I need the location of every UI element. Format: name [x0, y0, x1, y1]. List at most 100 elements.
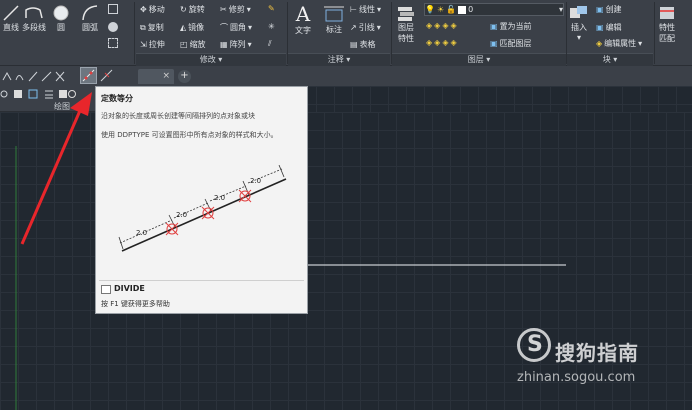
edit-pencil-tool[interactable]: ✎: [268, 4, 275, 13]
dimension-icon: [324, 6, 344, 22]
polyline-button[interactable]: 多段线: [22, 4, 46, 33]
circle-label: 圆: [57, 23, 65, 32]
scale-label: 缩放: [189, 40, 206, 49]
scale-icon: ◰: [180, 40, 188, 49]
stretch-label: 拉伸: [148, 40, 165, 49]
trim-icon: ✂: [220, 5, 227, 14]
trim-button[interactable]: ✂ 修剪 ▾: [220, 4, 251, 15]
copy-button[interactable]: ⧉ 复制: [140, 22, 164, 33]
layer-icons-row1[interactable]: ◈ ◈ ◈ ◈: [426, 21, 457, 30]
offset-icon: ⫽: [268, 39, 272, 48]
move-label: 移动: [148, 5, 165, 14]
chevron-down-icon[interactable]: ▾: [377, 5, 381, 14]
layer-properties-label1: 图层: [398, 23, 414, 32]
edit-block-icon: ▣: [596, 23, 604, 32]
rectangle-tool[interactable]: [108, 4, 118, 14]
chevron-down-icon[interactable]: ▾: [638, 39, 642, 48]
match-properties-button[interactable]: 特性 匹配: [657, 4, 677, 44]
modify-panel-label[interactable]: 修改 ▾: [136, 53, 286, 66]
polyline-icon: [25, 7, 43, 19]
match-layer-button[interactable]: ▣ 匹配图层: [490, 38, 532, 49]
rotate-label: 旋转: [188, 5, 205, 14]
edit-attributes-button[interactable]: ◈ 编辑属性 ▾: [596, 38, 642, 49]
layer-walk-icon: ◈: [426, 38, 433, 47]
layer-properties-button[interactable]: 图层 特性: [396, 4, 416, 44]
array-button[interactable]: ▦ 阵列 ▾: [220, 39, 252, 50]
draw-extra-icons: [2, 71, 65, 82]
arc-button[interactable]: 圆弧: [80, 4, 100, 33]
table-button[interactable]: ▤ 表格: [350, 39, 376, 50]
offset-tool[interactable]: ⫽: [268, 39, 272, 49]
mirror-button[interactable]: ◭ 镜像: [180, 22, 204, 33]
rotate-icon: ↻: [180, 5, 187, 14]
dim-label-3: 2.0: [214, 194, 225, 202]
dimension-button[interactable]: 标注: [323, 4, 345, 35]
document-tab-strip: [136, 66, 692, 86]
explode-tool[interactable]: ✳: [268, 22, 275, 31]
create-block-button[interactable]: ▣ 创建: [596, 4, 622, 15]
chevron-down-icon[interactable]: ▾: [577, 33, 581, 42]
match-properties-label1: 特性: [659, 23, 675, 32]
arrow-shaft: [20, 105, 84, 245]
new-tab-button[interactable]: +: [178, 70, 191, 83]
document-tab[interactable]: ×: [138, 69, 174, 84]
chevron-down-icon[interactable]: ▾: [377, 23, 381, 32]
pencil-icon: ✎: [268, 4, 275, 13]
annotation-panel-label[interactable]: 注释 ▾: [288, 53, 390, 66]
layer-panel-title: 图层: [467, 55, 484, 64]
tooltip-note: 使用 DDPTYPE 可设置图形中所有点对象的样式和大小。: [101, 131, 278, 139]
insert-button[interactable]: 插入 ▾: [568, 4, 590, 42]
layer-panel-label[interactable]: 图层 ▾: [392, 53, 566, 66]
draw-extra-tools: [0, 66, 136, 86]
layer-freeze-icon: ◈: [450, 21, 457, 30]
close-icon[interactable]: ×: [162, 71, 170, 81]
fillet-label: 圆角: [230, 23, 246, 32]
chevron-down-icon[interactable]: ▾: [248, 40, 252, 49]
divide-tool-button[interactable]: [80, 67, 97, 84]
fillet-button[interactable]: ⌒ 圆角 ▾: [220, 22, 252, 33]
layer-properties-label2: 特性: [398, 34, 414, 43]
scale-button[interactable]: ◰ 缩放: [180, 39, 206, 50]
dim-label-1: 2.0: [136, 229, 147, 237]
sun-icon: ☀: [436, 5, 445, 14]
leader-button[interactable]: ↗ 引线 ▾: [350, 22, 381, 33]
chevron-down-icon[interactable]: ▾: [247, 5, 251, 14]
region-tool[interactable]: [108, 38, 118, 48]
copy-label: 复制: [147, 23, 164, 32]
layer-dropdown[interactable]: 💡 ☀ 🔓 0 ▾: [424, 3, 564, 16]
hatch-tool[interactable]: [108, 22, 118, 32]
arc-icon: [82, 5, 98, 21]
unlock-icon: 🔓: [446, 5, 457, 14]
line-button[interactable]: 直线: [2, 4, 20, 33]
separator: [654, 2, 655, 64]
chevron-down-icon[interactable]: ▾: [559, 5, 563, 14]
layer-lock-icon: ◈: [442, 38, 449, 47]
stretch-button[interactable]: ⇲ 拉伸: [140, 39, 165, 50]
text-button[interactable]: A 文字: [295, 3, 311, 36]
fillet-icon: ⌒: [220, 23, 228, 32]
block-panel-label[interactable]: 块 ▾: [567, 53, 653, 66]
layer-merge-icon: ◈: [434, 38, 441, 47]
edit-block-button[interactable]: ▣ 编辑: [596, 22, 622, 33]
linear-dim-button[interactable]: ⊢ 线性 ▾: [350, 4, 381, 15]
rotate-button[interactable]: ↻ 旋转: [180, 4, 205, 15]
layer-icons-row2[interactable]: ◈ ◈ ◈ ◈: [426, 38, 457, 47]
tooltip-divide: 定数等分 沿对象的长度或周长创建等间隔排列的点对象或块 使用 DDPTYPE 可…: [95, 86, 308, 314]
measure-tool-button[interactable]: [99, 68, 114, 83]
tooltip-command: DIVIDE: [114, 284, 145, 293]
move-button[interactable]: ✥ 移动: [140, 4, 165, 15]
line-label: 直线: [3, 23, 19, 32]
insert-block-icon: [570, 6, 587, 18]
layer-isolate-icon: ◈: [442, 21, 449, 30]
spline-fit-icon: [15, 75, 24, 81]
table-label: 表格: [359, 40, 376, 49]
color-swatch: [458, 5, 467, 14]
rectangle-icon: [108, 4, 118, 14]
leader-icon: ↗: [350, 23, 357, 32]
ray-icon: [28, 71, 38, 82]
edit-label: 编辑: [605, 23, 622, 32]
circle-button[interactable]: 圆: [52, 4, 70, 33]
chevron-down-icon[interactable]: ▾: [248, 23, 252, 32]
measure-icon: [100, 69, 113, 82]
set-current-button[interactable]: ▣ 置为当前: [490, 21, 532, 32]
